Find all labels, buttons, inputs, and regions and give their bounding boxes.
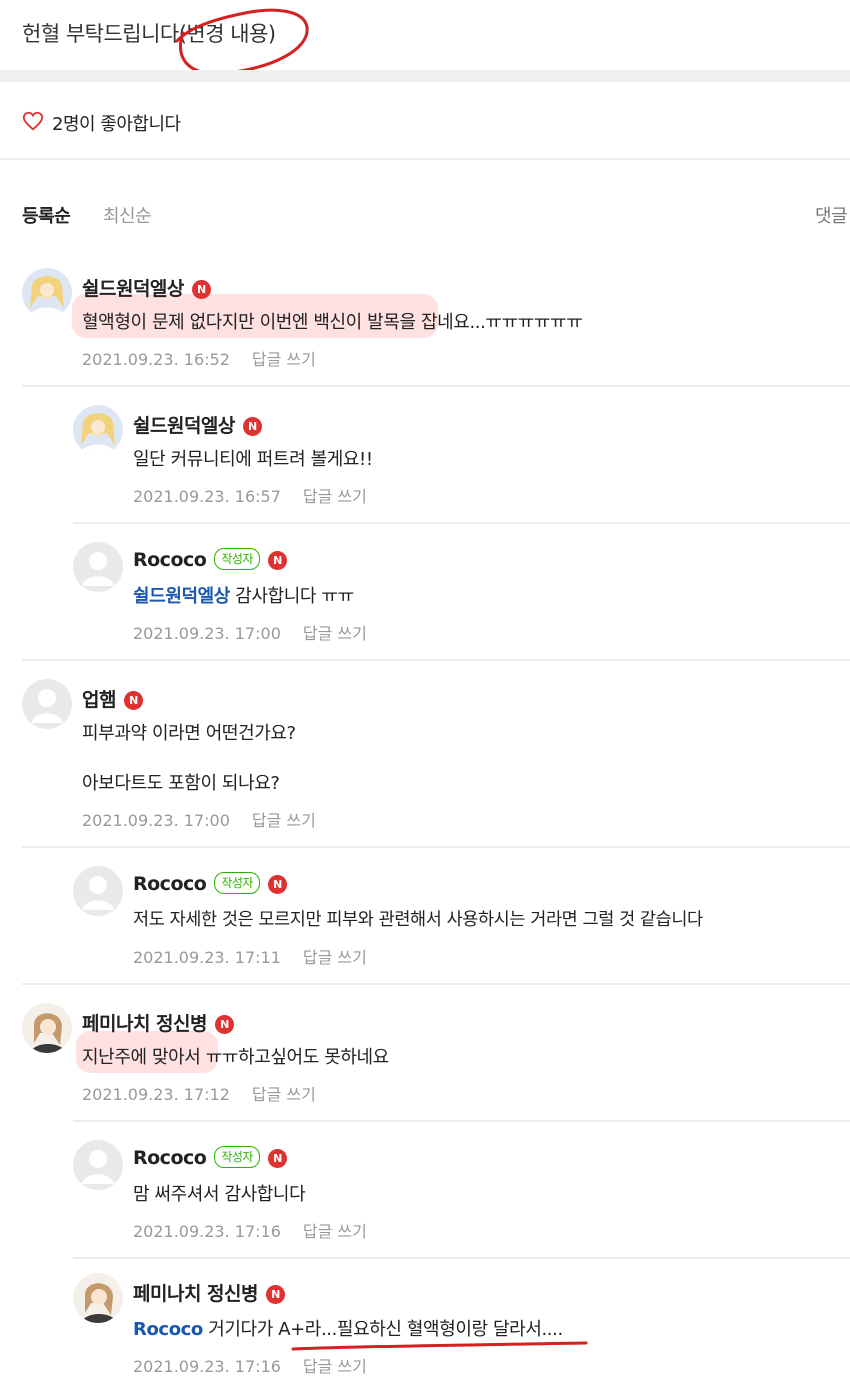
default-avatar[interactable] [73, 542, 123, 592]
new-badge: N [265, 1285, 285, 1304]
comment-text: 쉴드원덕엘상 감사합니다 ㅠㅠ [133, 582, 354, 608]
comment-text-line2: 아보다트도 포함이 되나요? [82, 769, 280, 795]
comment-body: 아보다트도 포함이 되나요? [82, 773, 280, 794]
avatar[interactable] [73, 1273, 123, 1323]
comment-author[interactable]: Rococo 작성자 N [133, 1146, 287, 1169]
mention-link[interactable]: 쉴드원덕엘상 [133, 586, 230, 607]
avatar[interactable] [22, 268, 72, 318]
new-badge: N [267, 875, 287, 894]
comment-meta: 2021.09.23. 17:00 답글 쓰기 [133, 620, 367, 644]
comment-author[interactable]: Rococo 작성자 N [133, 548, 287, 571]
comment-author[interactable]: 업햄 N [82, 685, 143, 712]
new-badge: N [242, 417, 262, 436]
comment-meta: 2021.09.23. 17:12 답글 쓰기 [82, 1081, 316, 1105]
comment-text: Rococo 거기다가 A+라...필요하신 혈액형이랑 달라서.... [133, 1315, 563, 1341]
author-name[interactable]: Rococo [133, 549, 207, 571]
comment-meta: 2021.09.23. 17:16 답글 쓰기 [133, 1353, 367, 1377]
comment-time: 2021.09.23. 17:16 [133, 1357, 281, 1376]
author-name[interactable]: Rococo [133, 873, 207, 895]
comment-time: 2021.09.23. 16:57 [133, 487, 281, 506]
comment-sort-bar: 등록순 최신순 댓글 [0, 160, 850, 250]
comment-time: 2021.09.23. 17:00 [82, 811, 230, 830]
avatar[interactable] [22, 1003, 72, 1053]
author-name[interactable]: 업햄 [82, 689, 116, 711]
comment-body: 일단 커뮤니티에 퍼트려 볼게요!! [133, 449, 373, 470]
sort-newest-tab[interactable]: 최신순 [103, 202, 152, 228]
comment-body: 맘 써주셔서 감사합니다 [133, 1184, 306, 1205]
comment-item: 페미나치 정신병 N 지난주에 맞아서 ㅠㅠ하고싶어도 못하네요 2021.09.… [0, 985, 850, 1122]
reply-button[interactable]: 답글 쓰기 [252, 350, 316, 369]
comment-item: 페미나치 정신병 N Rococo 거기다가 A+라...필요하신 혈액형이랑 달… [0, 1259, 850, 1384]
sort-registered-tab[interactable]: 등록순 [22, 202, 71, 228]
comment-text: 피부과약 이라면 어떤건가요? [82, 719, 296, 745]
comment-meta: 2021.09.23. 17:16 답글 쓰기 [133, 1218, 367, 1242]
post-title: 헌혈 부탁드립니다(변경 내용) [22, 22, 276, 46]
heart-icon[interactable] [22, 110, 44, 132]
reply-button[interactable]: 답글 쓰기 [303, 487, 367, 506]
comment-author[interactable]: 쉴드원덕엘상 N [133, 411, 262, 438]
comment-option-link[interactable]: 댓글 [815, 202, 848, 228]
comment-meta: 2021.09.23. 16:52 답글 쓰기 [82, 346, 316, 370]
comment-time: 2021.09.23. 17:00 [133, 624, 281, 643]
new-badge: N [191, 280, 211, 299]
reply-button[interactable]: 답글 쓰기 [303, 1357, 367, 1376]
mention-link[interactable]: Rococo [133, 1319, 203, 1340]
comment-body: 거기다가 A+라...필요하신 혈액형이랑 달라서.... [208, 1319, 563, 1340]
reply-button[interactable]: 답글 쓰기 [252, 811, 316, 830]
comment-time: 2021.09.23. 17:11 [133, 948, 281, 967]
comment-item: 쉴드원덕엘상 N 혈액형이 문제 없다지만 이번엔 백신이 발목을 잡네요...ㅠ… [0, 250, 850, 387]
author-name[interactable]: 페미나치 정신병 [82, 1013, 207, 1035]
reply-button[interactable]: 답글 쓰기 [252, 1085, 316, 1104]
comment-item: Rococo 작성자 N 맘 써주셔서 감사합니다 2021.09.23. 17:1… [0, 1122, 850, 1259]
comment-meta: 2021.09.23. 16:57 답글 쓰기 [133, 483, 367, 507]
comment-item: Rococo 작성자 N 쉴드원덕엘상 감사합니다 ㅠㅠ 2021.09.23. 1… [0, 524, 850, 661]
comment-author[interactable]: Rococo 작성자 N [133, 872, 287, 895]
author-name[interactable]: 쉴드원덕엘상 [133, 415, 235, 437]
default-avatar[interactable] [73, 866, 123, 916]
default-avatar[interactable] [22, 679, 72, 729]
comment-body: 감사합니다 ㅠㅠ [235, 586, 354, 607]
comment-author[interactable]: 페미나치 정신병 N [82, 1009, 234, 1036]
comment-body: 지난주에 맞아서 ㅠㅠ하고싶어도 못하네요 [82, 1047, 389, 1068]
like-count: 2명이 좋아합니다 [52, 114, 181, 135]
post-title-bar: 헌혈 부탁드립니다(변경 내용) [0, 0, 850, 75]
like-row[interactable]: 2명이 좋아합니다 [0, 82, 850, 160]
comment-item: 업햄 N 피부과약 이라면 어떤건가요? 아보다트도 포함이 되나요? 2021.… [0, 661, 850, 848]
comment-text: 지난주에 맞아서 ㅠㅠ하고싶어도 못하네요 [82, 1043, 389, 1069]
reply-button[interactable]: 답글 쓰기 [303, 1222, 367, 1241]
comment-text: 맘 써주셔서 감사합니다 [133, 1180, 306, 1206]
author-badge: 작성자 [214, 548, 260, 570]
comment-body: 혈액형이 문제 없다지만 이번엔 백신이 발목을 잡네요...ㅠㅠㅠㅠㅠㅠ [82, 312, 583, 333]
comment-time: 2021.09.23. 17:16 [133, 1222, 281, 1241]
comment-author[interactable]: 쉴드원덕엘상 N [82, 274, 211, 301]
comment-item: 쉴드원덕엘상 N 일단 커뮤니티에 퍼트려 볼게요!! 2021.09.23. 1… [0, 387, 850, 524]
comment-body: 피부과약 이라면 어떤건가요? [82, 723, 296, 744]
author-name[interactable]: 페미나치 정신병 [133, 1283, 258, 1305]
avatar[interactable] [73, 405, 123, 455]
comment-text: 일단 커뮤니티에 퍼트려 볼게요!! [133, 445, 373, 471]
new-badge: N [214, 1015, 234, 1034]
section-divider [0, 70, 850, 82]
reply-button[interactable]: 답글 쓰기 [303, 948, 367, 967]
author-name[interactable]: 쉴드원덕엘상 [82, 278, 184, 300]
comment-body: 저도 자세한 것은 모르지만 피부와 관련해서 사용하시는 거라면 그럴 것 같… [133, 910, 703, 930]
comment-time: 2021.09.23. 16:52 [82, 350, 230, 369]
new-badge: N [267, 551, 287, 570]
comment-text: 저도 자세한 것은 모르지만 피부와 관련해서 사용하시는 거라면 그럴 것 같… [133, 906, 703, 931]
author-badge: 작성자 [214, 1146, 260, 1168]
comment-meta: 2021.09.23. 17:11 답글 쓰기 [133, 944, 367, 968]
default-avatar[interactable] [73, 1140, 123, 1190]
comment-item: Rococo 작성자 N 저도 자세한 것은 모르지만 피부와 관련해서 사용하시는… [0, 848, 850, 985]
comment-text: 혈액형이 문제 없다지만 이번엔 백신이 발목을 잡네요...ㅠㅠㅠㅠㅠㅠ [82, 308, 583, 334]
comment-time: 2021.09.23. 17:12 [82, 1085, 230, 1104]
comment-meta: 2021.09.23. 17:00 답글 쓰기 [82, 807, 316, 831]
reply-button[interactable]: 답글 쓰기 [303, 624, 367, 643]
author-badge: 작성자 [214, 872, 260, 894]
comment-author[interactable]: 페미나치 정신병 N [133, 1279, 285, 1306]
author-name[interactable]: Rococo [133, 1147, 207, 1169]
new-badge: N [123, 691, 143, 710]
new-badge: N [267, 1149, 287, 1168]
